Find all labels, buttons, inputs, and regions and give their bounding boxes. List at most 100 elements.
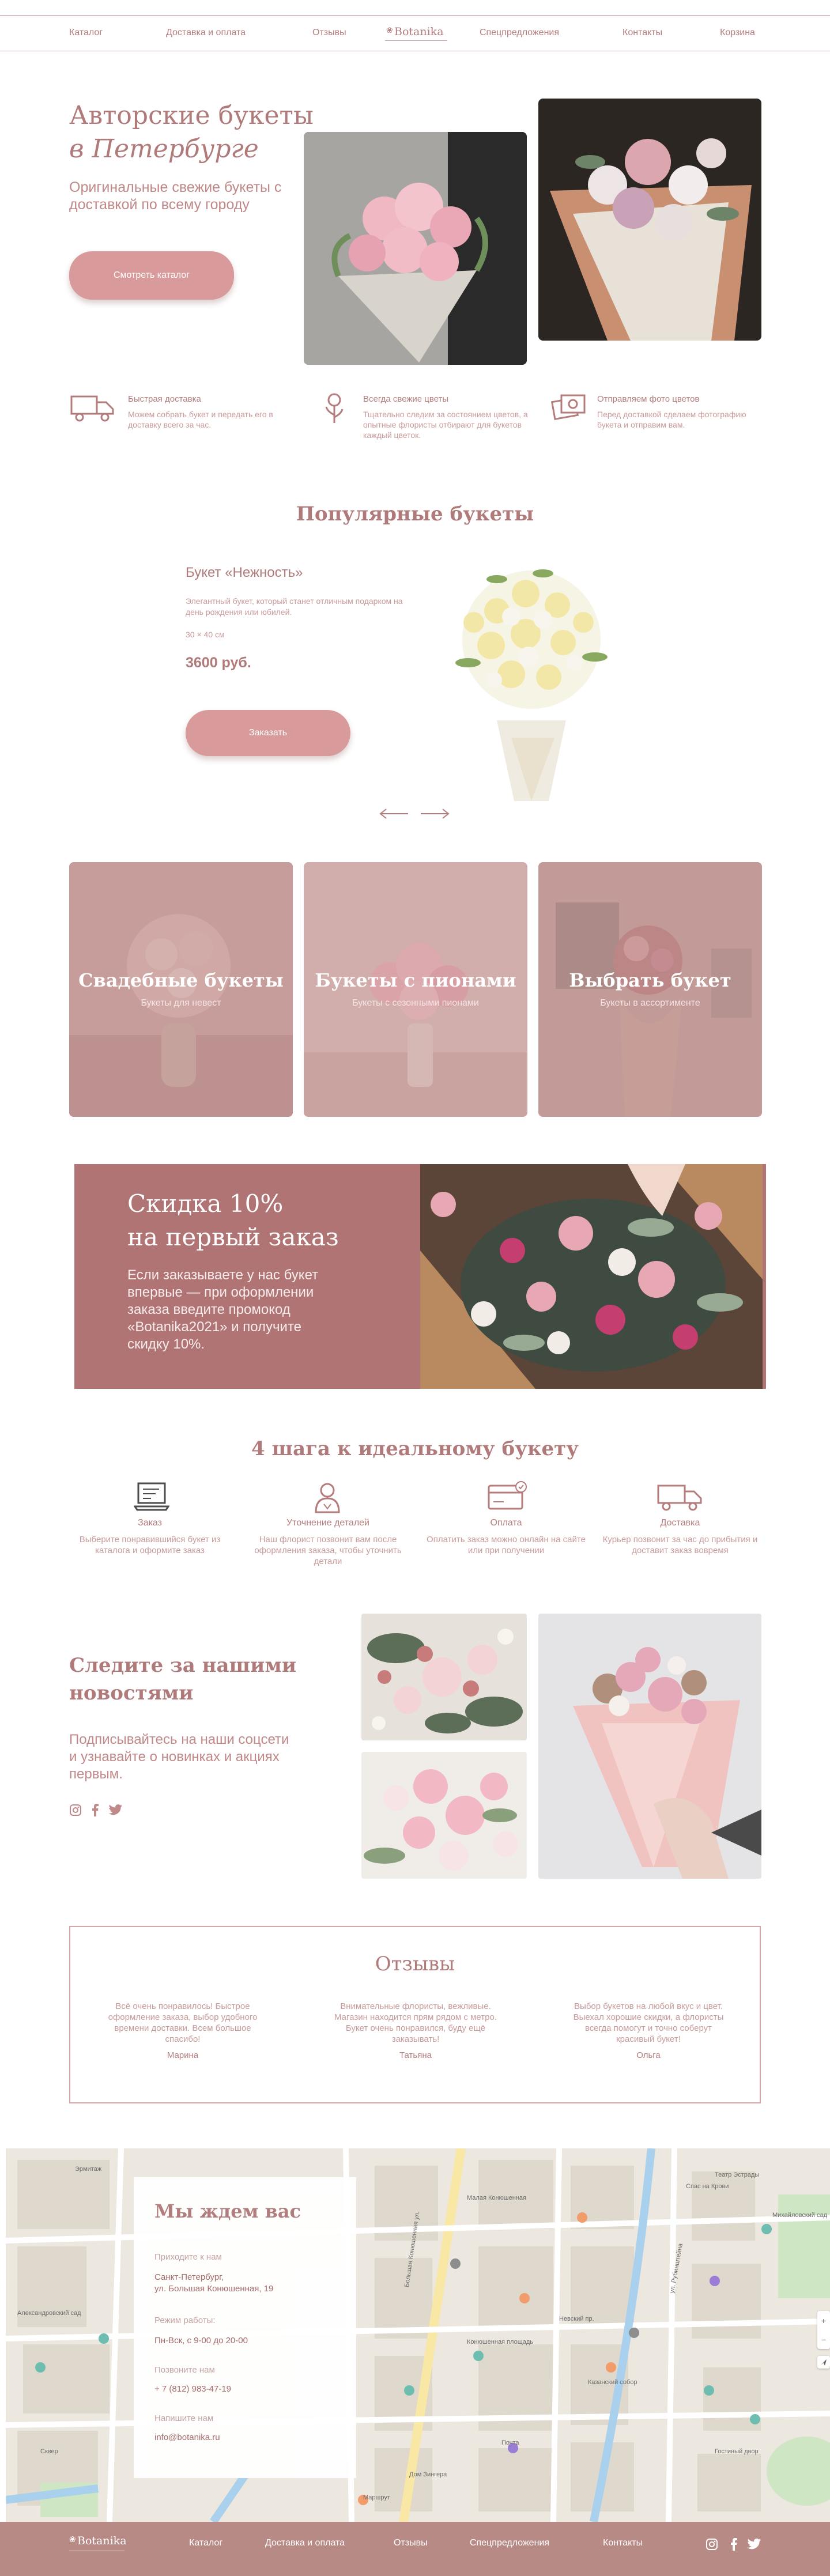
hours-value: Пн-Вск, с 9-00 до 20-00 <box>154 2336 248 2345</box>
address-line1: Санкт-Петербург, <box>154 2272 224 2282</box>
phone-link[interactable]: + 7 (812) 983-47-19 <box>154 2384 231 2395</box>
twitter-link[interactable] <box>108 1804 122 1816</box>
view-catalog-button[interactable]: Смотреть каталог <box>69 251 234 300</box>
category-card-peonies[interactable]: Букеты с пионами Букеты с сезонными пион… <box>304 862 527 1117</box>
promo-photo <box>420 1164 763 1389</box>
social-title: Следите за нашими новостями <box>69 1652 296 1707</box>
review-author: Ольга <box>636 2050 661 2060</box>
social-title-line2: новостями <box>69 1682 194 1705</box>
map-locate-button[interactable] <box>817 2356 830 2369</box>
map-zoom-controls: + − <box>817 2311 830 2349</box>
map-zoom-in-button[interactable]: + <box>817 2311 830 2330</box>
footer-nav-contacts[interactable]: Контакты <box>603 2538 643 2548</box>
footer-nav-special-offers[interactable]: Спецпредложения <box>470 2538 549 2548</box>
facebook-icon <box>731 2538 737 2551</box>
promo-banner: Скидка 10% на первый заказ Если заказыва… <box>74 1164 766 1389</box>
map-label: Театр Эстрады <box>715 2171 760 2178</box>
footer-nav-catalog[interactable]: Каталог <box>189 2538 222 2548</box>
locate-arrow-icon <box>821 2359 827 2366</box>
feature-title: Быстрая доставка <box>128 394 201 404</box>
contacts-title: Мы ждем вас <box>154 2200 301 2222</box>
map-illustration <box>6 2148 830 2522</box>
map-label: Почта <box>501 2439 519 2446</box>
reviews-title: Отзывы <box>375 1952 455 1976</box>
nav-special-offers[interactable]: Спецпредложения <box>480 28 559 38</box>
twitter-icon <box>108 1804 122 1815</box>
carousel-prev-button[interactable] <box>378 807 409 821</box>
hero-title-line1: Авторские букеты <box>69 101 314 130</box>
nav-reviews[interactable]: Отзывы <box>312 28 346 38</box>
logo-text: Botanika <box>394 25 444 38</box>
category-title: Букеты с пионами <box>315 969 516 991</box>
social-title-line1: Следите за нашими <box>69 1654 297 1677</box>
contacts-card: Мы ждем вас Приходите к нам Санкт-Петерб… <box>134 2177 356 2478</box>
map-label: Маршрут <box>363 2494 390 2501</box>
category-title: Свадебные букеты <box>78 969 284 991</box>
map-label: Спас на Крови <box>686 2183 729 2190</box>
hero-photo-tulips <box>304 132 527 365</box>
twitter-icon <box>747 2539 761 2549</box>
review-text: Всё очень понравилось! Быстрое оформлени… <box>108 2001 258 2044</box>
footer-instagram-link[interactable] <box>705 2538 718 2551</box>
map[interactable]: Малая Конюшенная Большая Конюшенная ул. … <box>6 2148 830 2522</box>
map-label: Малая Конюшенная <box>467 2194 526 2201</box>
review-author: Татьяна <box>399 2050 432 2060</box>
step-title: Оплата <box>490 1518 522 1528</box>
photo-icon <box>551 394 586 420</box>
carousel-next-button[interactable] <box>420 807 451 821</box>
category-card-choose[interactable]: Выбрать букет Букеты в ассортименте <box>538 862 762 1117</box>
step-delivery: Доставка Курьер позвонит за час до прибы… <box>599 1481 761 1573</box>
map-label: Александровский сад <box>17 2310 81 2317</box>
step-order: Заказ Выберите понравившийся букет из ка… <box>69 1481 231 1573</box>
email-link[interactable]: info@botanika.ru <box>154 2432 220 2443</box>
visit-label: Приходите к нам <box>154 2252 222 2262</box>
category-title: Выбрать букет <box>569 969 731 991</box>
flatlay-illustration <box>361 1614 527 1740</box>
footer-nav-reviews[interactable]: Отзывы <box>394 2538 428 2548</box>
footer-nav-delivery[interactable]: Доставка и оплата <box>265 2538 345 2548</box>
footer-logo[interactable]: ❀ Botanika <box>69 2533 127 2553</box>
facebook-link[interactable] <box>91 1804 99 1816</box>
flower-icon <box>325 393 344 423</box>
pink-bouquet-illustration <box>538 1614 761 1879</box>
logo-flower-icon: ❀ <box>386 25 393 35</box>
step-title: Доставка <box>660 1518 700 1528</box>
nav-cart[interactable]: Корзина <box>720 28 755 38</box>
map-label: Эрмитаж <box>75 2166 102 2173</box>
map-zoom-out-button[interactable]: − <box>817 2330 830 2349</box>
tulips-illustration <box>304 132 527 365</box>
feature-text: Перед доставкой сделаем фотографию букет… <box>597 410 746 429</box>
map-label: Михайловский сад <box>772 2212 828 2219</box>
popular-title: Популярные букеты <box>296 503 534 526</box>
nav-delivery[interactable]: Доставка и оплата <box>166 28 246 38</box>
footer-logo-text: Botanika <box>77 2535 127 2547</box>
header-logo[interactable]: ❀ Botanika <box>385 24 448 41</box>
promo-text: Если заказываете у нас букет впервые — п… <box>127 1267 319 1352</box>
hero-title-line2: в Петербурге <box>69 134 259 164</box>
hero-photo-roses <box>538 99 761 341</box>
promo-title-line2: на первый заказ <box>127 1223 339 1251</box>
hours-label: Режим работы: <box>154 2316 216 2325</box>
footer-logo-flower-icon: ❀ <box>69 2535 76 2544</box>
address-line2: ул. Большая Конюшенная, 19 <box>154 2284 274 2294</box>
category-card-wedding[interactable]: Свадебные букеты Букеты для невест <box>69 862 293 1117</box>
footer-facebook-link[interactable] <box>730 2538 738 2551</box>
footer-twitter-link[interactable] <box>747 2539 761 2550</box>
instagram-link[interactable] <box>69 1804 82 1816</box>
review-card: Внимательные флористы, вежливые. Магазин… <box>332 2001 499 2060</box>
hero-title: Авторские букеты в Петербурге <box>69 99 314 166</box>
review-card: Всё очень понравилось! Быстрое оформлени… <box>99 2001 266 2060</box>
step-details: Уточнение деталей Наш флорист позвонит в… <box>244 1481 412 1573</box>
step-text: Оплатить заказ можно онлайн на сайте или… <box>427 1535 586 1555</box>
reviews-box: Отзывы Всё очень понравилось! Быстрое оф… <box>69 1926 761 2103</box>
nav-contacts[interactable]: Контакты <box>622 28 662 38</box>
feature-fast-delivery: Быстрая доставка Можем собрать букет и п… <box>69 392 300 438</box>
truck-icon <box>70 395 114 422</box>
card-icon <box>488 1481 527 1510</box>
promo-title: Скидка 10% на первый заказ <box>127 1187 339 1254</box>
logo-underline <box>385 40 447 41</box>
step-text: Выберите понравившийся букет из каталога… <box>79 1535 221 1555</box>
product-description: Элегантный букет, который станет отличны… <box>186 596 403 617</box>
nav-catalog[interactable]: Каталог <box>69 28 103 38</box>
order-button[interactable]: Заказать <box>186 710 350 756</box>
